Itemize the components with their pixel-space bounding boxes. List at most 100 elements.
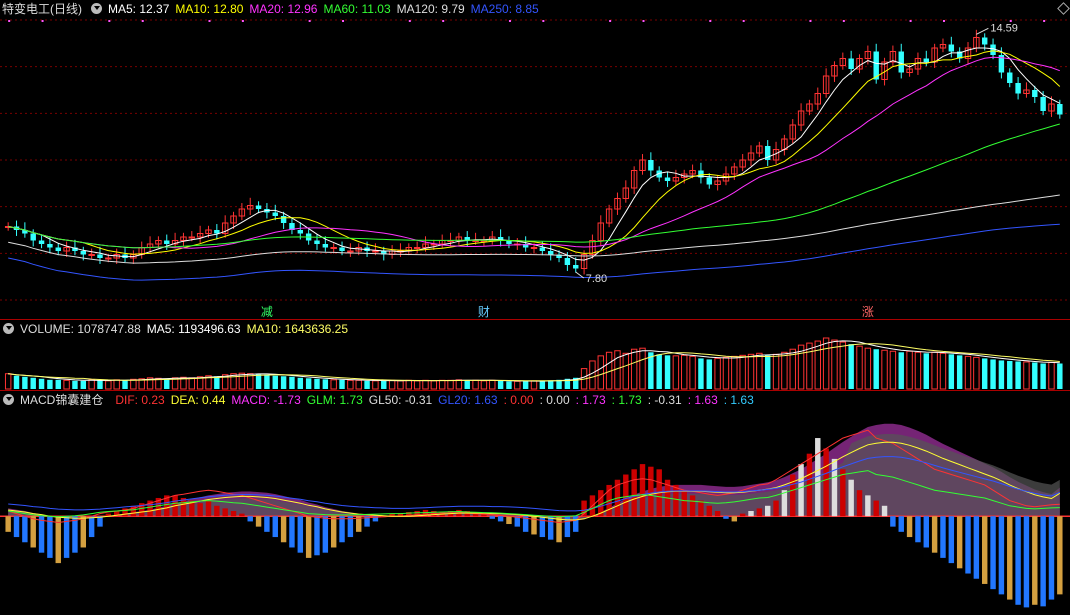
candle-body <box>97 254 103 258</box>
macd-histogram-bar <box>648 466 654 517</box>
volume-bar <box>330 379 337 390</box>
volume-bar <box>489 379 496 390</box>
macd-legend-item-1: DEA: 0.44 <box>170 393 226 407</box>
volume-bar <box>472 379 479 390</box>
macd-histogram-bar <box>280 516 287 543</box>
macd-legend-item-6: : 0.00 <box>503 393 534 407</box>
candle-body <box>564 258 571 265</box>
volume-bar <box>188 377 196 390</box>
macd-legend-item-7: : 0.00 <box>539 393 570 407</box>
volume-legend-items: VOLUME: 1078747.88 MA5: 1193496.63 MA10: 1… <box>20 322 354 336</box>
macd-histogram-bar <box>489 516 495 519</box>
candle-body <box>255 205 262 209</box>
macd-histogram-bar <box>714 511 721 517</box>
volume-legend-item-2: MA10: 1643636.25 <box>246 322 349 336</box>
candle-body <box>923 58 929 62</box>
signal-dot <box>241 20 244 22</box>
signal-dot <box>408 20 411 22</box>
volume-bar <box>397 380 404 390</box>
ma-line-10 <box>8 50 1061 255</box>
macd-histogram-bar <box>322 516 329 553</box>
volume-bar <box>280 376 287 389</box>
candle-body <box>1040 97 1046 111</box>
signal-dot <box>342 20 345 22</box>
chevron-down-icon[interactable] <box>3 394 14 406</box>
volume-bar <box>898 352 904 389</box>
volume-bar <box>30 377 36 389</box>
macd-histogram-bar <box>5 516 11 532</box>
candle-body <box>1057 104 1063 115</box>
volume-bar <box>272 375 278 389</box>
candle-body <box>330 247 337 249</box>
macd-legend: MACD锦囊建仓 DIF: 0.23 DEA: 0.44 MACD: -1.73 GLM… <box>0 391 766 409</box>
volume-bar <box>914 351 922 390</box>
chevron-down-icon[interactable] <box>3 323 14 335</box>
macd-histogram-bar <box>856 490 863 517</box>
candle-body <box>280 216 287 223</box>
volume-bar <box>889 350 897 390</box>
macd-histogram-bar <box>539 516 546 538</box>
volume-bar <box>681 354 688 390</box>
macd-legend-item-2: MACD: -1.73 <box>231 393 301 407</box>
volume-bar <box>956 355 963 389</box>
signal-dot <box>742 20 745 22</box>
macd-histogram-bar <box>497 516 504 522</box>
volume-bar <box>438 379 446 390</box>
volume-legend-item-0: VOLUME: 1078747.88 <box>20 322 141 336</box>
volume-bar <box>981 358 988 389</box>
volume-bar <box>422 379 429 390</box>
volume-bar <box>97 380 103 389</box>
macd-legend-item-11: : 1.63 <box>687 393 718 407</box>
volume-bar <box>413 380 421 390</box>
macd-histogram-bar <box>1048 516 1055 600</box>
macd-legend-item-12: : 1.63 <box>723 393 754 407</box>
macd-histogram-bar <box>547 516 554 540</box>
macd-histogram-bar <box>739 513 746 517</box>
volume-bar <box>639 347 646 390</box>
volume-bar <box>405 379 413 390</box>
macd-histogram-bar <box>247 516 253 522</box>
candle-body <box>272 212 278 216</box>
volume-bar <box>1023 361 1030 390</box>
volume-bar <box>105 380 112 390</box>
macd-histogram-bar <box>272 516 278 538</box>
macd-histogram-bar <box>347 516 354 538</box>
ma-line-20 <box>8 56 1060 249</box>
volume-bar <box>297 377 304 389</box>
candle-body <box>105 257 112 260</box>
signal-dot <box>609 20 612 22</box>
volume-bar <box>731 355 738 390</box>
volume-bar <box>464 380 470 389</box>
volume-bar <box>164 378 170 389</box>
volume-bar <box>1048 361 1055 390</box>
candle-body <box>948 44 955 52</box>
signal-dot <box>8 20 11 22</box>
volume-bar <box>722 356 730 390</box>
volume-bar <box>822 337 830 390</box>
volume-bar <box>255 374 262 389</box>
macd-histogram-bar <box>289 516 295 548</box>
macd-histogram-bar <box>13 516 20 538</box>
volume-bar <box>13 375 20 389</box>
macd-histogram-bar <box>1032 516 1038 605</box>
macd-histogram-bar <box>1015 516 1021 605</box>
candle-body <box>322 244 329 248</box>
signal-dot <box>108 20 111 22</box>
macd-histogram-bar <box>38 516 45 553</box>
volume-bar <box>506 381 512 389</box>
candle-body <box>80 251 87 255</box>
macd-legend-items: DIF: 0.23 DEA: 0.44 MACD: -1.73 GLM: 1.73 GL… <box>115 393 759 407</box>
macd-histogram-bar <box>973 516 980 579</box>
macd-histogram-bar <box>865 495 871 517</box>
high-price-label: 14.59 <box>990 22 1018 34</box>
volume-bar <box>739 354 746 390</box>
macd-histogram-bar <box>998 516 1005 595</box>
macd-histogram-bar <box>222 508 228 517</box>
volume-bar <box>873 349 879 389</box>
macd-histogram-bar <box>55 516 61 564</box>
signal-dot <box>809 20 812 22</box>
candle-body <box>214 230 220 234</box>
macd-histogram-bar <box>255 516 262 527</box>
macd-legend-item-8: : 1.73 <box>575 393 606 407</box>
macd-histogram-bar <box>773 500 779 517</box>
